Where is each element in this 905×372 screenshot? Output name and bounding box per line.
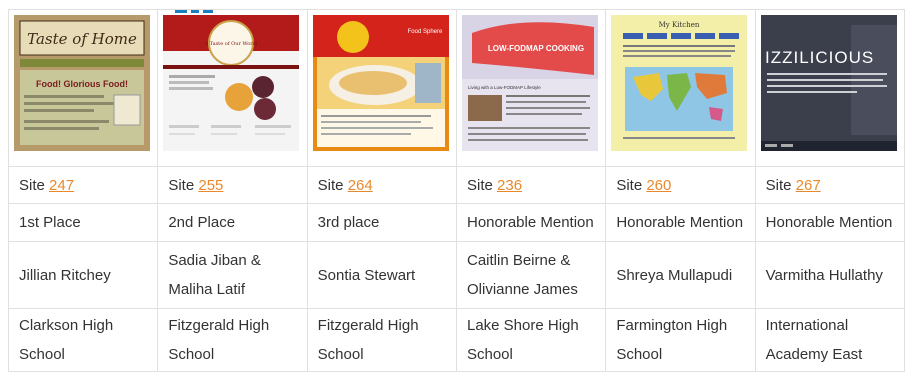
thumb-banner	[312, 15, 449, 57]
thumb-title: Food Sphere	[407, 29, 442, 35]
thumb-headline: Food! Glorious Food!	[36, 79, 128, 89]
thumb-nav	[20, 59, 144, 67]
school-cell: Farmington High School	[605, 308, 756, 372]
website-thumbnail[interactable]: Food Sphere	[312, 15, 449, 151]
site-link[interactable]: 260	[646, 177, 671, 194]
school-cell: Lake Shore High School	[455, 308, 607, 372]
thumb-title: IZZILICIOUS	[765, 48, 874, 67]
thumbnail-cell: IZZILICIOUS	[754, 9, 905, 167]
student-name-cell: Sontia Stewart	[306, 241, 457, 309]
site-cell: Site 236	[455, 166, 607, 204]
thumb-title: My Kitchen	[659, 21, 700, 29]
place-cell: Honorable Mention	[605, 203, 756, 242]
thumb-title: LOW-FODMAP COOKING	[488, 44, 584, 53]
school-cell: Clarkson High School	[7, 308, 159, 372]
site-row: Site 247 Site 255 Site 264 Site 236 Site…	[7, 166, 905, 204]
student-name-cell: Shreya Mullapudi	[605, 241, 756, 309]
site-link[interactable]: 264	[348, 177, 373, 194]
top-accent-strip	[175, 0, 235, 13]
place-cell: 2nd Place	[157, 203, 308, 242]
site-label: Site	[168, 176, 195, 194]
thumbnail-cell: My Kitchen	[605, 9, 756, 167]
thumbnail-cell: Taste of Home Food! Glorious Food!	[7, 9, 159, 167]
site-cell: Site 267	[754, 166, 905, 204]
site-cell: Site 255	[157, 166, 308, 204]
site-label: Site	[19, 176, 45, 194]
thumbnail-cell: LOW-FODMAP COOKING Living with a Low-FOD…	[455, 9, 607, 167]
school-cell: Fitzgerald High School	[157, 308, 308, 372]
student-row: Jillian Ritchey Sadia Jiban & Maliha Lat…	[7, 241, 905, 309]
school-row: Clarkson High School Fitzgerald High Sch…	[7, 308, 905, 372]
student-name-cell: Jillian Ritchey	[7, 241, 159, 309]
site-cell: Site 264	[306, 166, 457, 204]
school-cell: International Academy East	[754, 308, 905, 372]
site-link[interactable]: 247	[49, 177, 74, 194]
thumbnail-cell: Food Sphere	[306, 9, 457, 167]
place-cell: Honorable Mention	[455, 203, 607, 242]
student-name-cell: Varmitha Hullathy	[754, 241, 905, 309]
place-row: 1st Place 2nd Place 3rd place Honorable …	[7, 203, 905, 242]
thumbnail-cell: A Taste of Our World	[157, 9, 308, 167]
school-cell: Fitzgerald High School	[306, 308, 457, 372]
site-cell: Site 260	[605, 166, 756, 204]
place-cell: Honorable Mention	[754, 203, 905, 242]
place-cell: 3rd place	[306, 203, 457, 242]
site-label: Site	[765, 176, 792, 194]
website-thumbnail[interactable]: A Taste of Our World	[163, 15, 300, 151]
website-thumbnail[interactable]: LOW-FODMAP COOKING Living with a Low-FOD…	[461, 15, 598, 151]
website-thumbnail[interactable]: My Kitchen	[611, 15, 748, 151]
site-cell: Site 247	[7, 166, 159, 204]
thumbnail-row: Taste of Home Food! Glorious Food! A Tas…	[7, 9, 905, 167]
student-name-cell: Caitlin Beirne & Olivianne James	[455, 241, 607, 309]
website-thumbnail[interactable]: IZZILICIOUS	[760, 15, 897, 151]
thumb-headline: Living with a Low-FODMAP Lifestyle	[468, 85, 541, 90]
site-label: Site	[616, 176, 643, 194]
thumb-title: A Taste of Our World	[204, 41, 259, 47]
student-name-cell: Sadia Jiban & Maliha Latif	[157, 241, 308, 309]
winners-table: Taste of Home Food! Glorious Food! A Tas…	[7, 9, 905, 372]
site-link[interactable]: 236	[497, 177, 522, 194]
site-label: Site	[317, 176, 344, 194]
thumb-title: Taste of Home	[27, 30, 137, 48]
website-thumbnail[interactable]: Taste of Home Food! Glorious Food!	[14, 15, 150, 151]
place-cell: 1st Place	[7, 203, 159, 242]
site-link[interactable]: 267	[796, 177, 821, 194]
site-label: Site	[466, 176, 493, 194]
site-link[interactable]: 255	[198, 177, 223, 194]
